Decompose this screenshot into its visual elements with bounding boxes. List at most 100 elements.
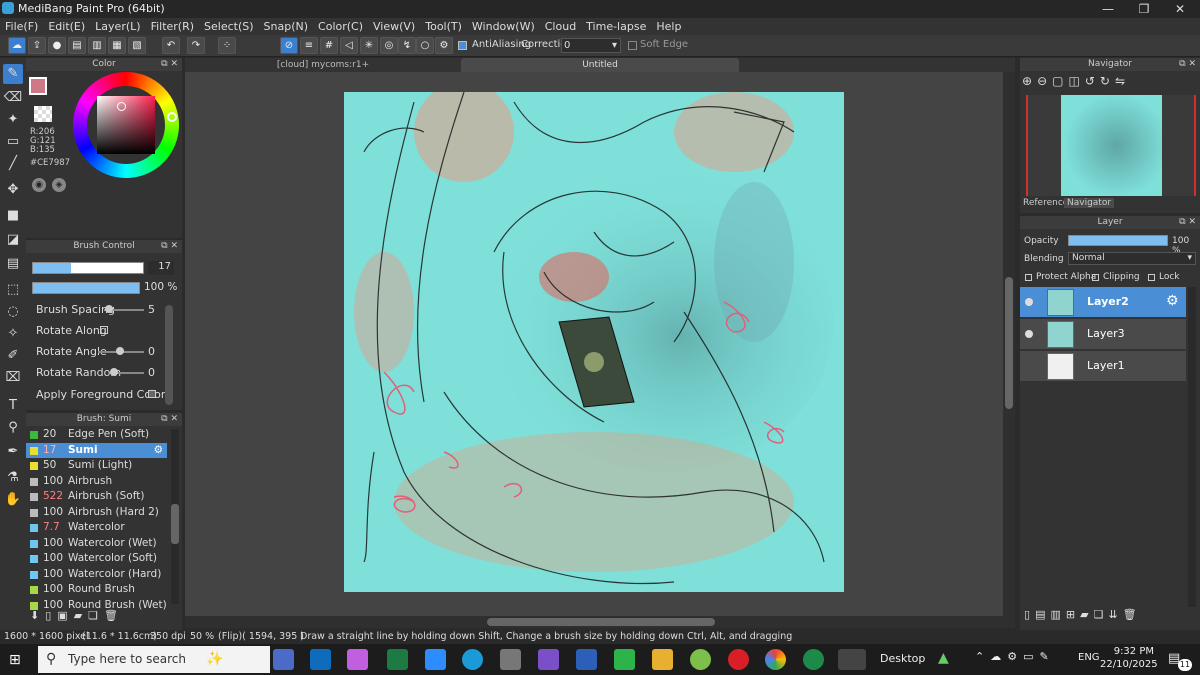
language-indicator[interactable]: ENG [1078,652,1100,663]
gear-icon[interactable]: ⚙ [154,443,163,458]
close-icon[interactable]: ⧉ ✕ [1179,216,1196,229]
folder-icon[interactable]: ▰ [1080,608,1093,621]
brush-list-item[interactable]: 522 Airbrush (Soft) [26,489,167,505]
close-button[interactable]: ✕ [1162,0,1198,18]
brush-opacity-slider[interactable] [32,282,140,294]
snap-off-icon[interactable]: ⊘ [280,37,298,54]
menu-filter[interactable]: Filter(R) [146,18,199,35]
foreground-color-swatch[interactable] [29,77,47,95]
lasso-tool-icon[interactable]: ◌ [3,302,23,322]
hand-tool-icon[interactable]: ✋ [3,490,23,510]
chevron-up-icon[interactable]: ⌃ [975,650,990,663]
brush-list-item[interactable]: 17 Sumi ⚙ [26,442,167,458]
layer-row[interactable]: Layer1 [1020,351,1186,382]
layer-scrollbar[interactable] [1188,287,1196,607]
cloud-icon[interactable]: ☁ [8,37,26,54]
menu-select[interactable]: Select(S) [199,18,259,35]
settings-tray-icon[interactable]: ⚙ [1007,650,1023,663]
fit-icon[interactable]: ▢ [1052,74,1068,88]
outlook-icon[interactable] [310,649,331,670]
close-icon[interactable]: ⧉ ✕ [161,240,178,253]
vertical-scroll-thumb[interactable] [1005,277,1013,409]
copilot-icon[interactable] [347,649,368,670]
actual-size-icon[interactable]: ◫ [1068,74,1084,88]
brush-list-item[interactable]: 7.7 Watercolor [26,520,167,536]
apply-fg-checkbox[interactable] [148,390,156,398]
tab-navigator[interactable]: Navigator [1064,198,1115,208]
zoom-in-icon[interactable]: ⊕ [1022,74,1037,88]
close-icon[interactable]: ⧉ ✕ [161,413,178,426]
menu-snap[interactable]: Snap(N) [259,18,314,35]
snipping-tool-icon[interactable] [500,649,521,670]
rotate-right-icon[interactable]: ↻ [1100,74,1115,88]
correction-select[interactable]: 0 ▾ [561,38,621,53]
zoom-app-icon[interactable] [425,649,446,670]
page-icon[interactable]: ▥ [88,37,106,54]
share-icon[interactable]: ⇪ [28,37,46,54]
select-dots-icon[interactable]: ⁘ [218,37,236,54]
new-layer-icon[interactable]: ▯ [1024,608,1035,621]
layer-opacity-slider[interactable] [1068,235,1168,246]
close-icon[interactable]: ⧉ ✕ [161,58,178,71]
comment-icon[interactable]: ● [48,37,66,54]
brush-tool-icon[interactable]: ✎ [3,64,23,84]
brush-list-item[interactable]: 100 Round Brush [26,582,167,598]
folder-icon[interactable]: ▰ [74,609,88,622]
text-tool-icon[interactable]: T [3,396,23,416]
dot-tool-icon[interactable]: ✦ [3,110,23,130]
menu-edit[interactable]: Edit(E) [43,18,90,35]
visual-studio-icon[interactable] [538,649,559,670]
menu-color[interactable]: Color(C) [313,18,368,35]
duplicate-icon[interactable]: ❏ [1094,608,1109,621]
clock-time[interactable]: 9:32 PM [1112,646,1154,657]
windows-start-icon[interactable]: ⊞ [9,652,25,668]
layer-row[interactable]: Layer3 [1020,319,1186,350]
blending-select[interactable]: Normal ▾ [1068,252,1196,265]
menu-tool[interactable]: Tool(T) [420,18,467,35]
rect-tool-icon[interactable]: ▭ [3,132,23,152]
brush-list-item[interactable]: 100 Watercolor (Soft) [26,551,167,567]
palette-icon[interactable]: ◉ [32,178,46,192]
divide-tool-icon[interactable]: ⚲ [3,418,23,438]
magic-wand-icon[interactable]: ✧ [3,324,23,344]
menu-timelapse[interactable]: Time-lapse [581,18,651,35]
desktop-label[interactable]: Desktop [880,652,925,665]
pen-icon[interactable]: ✎ [1040,650,1055,663]
color-picker-cursor[interactable] [117,102,126,111]
maximize-button[interactable]: ❐ [1126,0,1162,18]
select-tool-icon[interactable]: ⬚ [3,280,23,300]
flip-icon[interactable]: ⇋ [1115,74,1130,88]
horizontal-scroll-thumb[interactable] [487,618,715,626]
snap-parallel-icon[interactable]: ≡ [300,37,318,54]
snap-perspective-icon[interactable]: ◁ [340,37,358,54]
new-8bit-layer-icon[interactable]: ▥ [1050,608,1065,621]
fill-rect-tool-icon[interactable]: ■ [3,206,23,226]
redo-icon[interactable]: ↷ [187,37,205,54]
trash-icon[interactable]: 🗑 [104,609,124,622]
cloud-download-icon[interactable]: ⬇ [30,609,45,622]
menu-help[interactable]: Help [651,18,686,35]
protect-alpha-checkbox[interactable] [1025,274,1032,281]
brush-list-scroll-thumb[interactable] [171,504,179,544]
gradient-tool-icon[interactable]: ▤ [3,254,23,274]
eraser-tool-icon[interactable]: ⌫ [3,88,23,108]
medibang-taskbar-icon[interactable] [838,649,866,670]
excel-icon[interactable] [387,649,408,670]
cloud-tray-icon[interactable]: ☁ [990,650,1007,663]
menu-layer[interactable]: Layer(L) [90,18,145,35]
brush-size-value[interactable]: 17 [148,261,174,275]
taskbar-search[interactable]: ⚲ Type here to search ✨ [38,646,270,673]
bucket-tool-icon[interactable]: ◪ [3,230,23,250]
tab-untitled[interactable]: Untitled [461,58,739,72]
new-halftone-layer-icon[interactable]: ▤ [1035,608,1050,621]
trash-icon[interactable]: 🗑 [1123,608,1142,621]
snap-radial-icon[interactable]: ✳ [360,37,378,54]
zoom-out-icon[interactable]: ⊖ [1037,74,1052,88]
edge-icon[interactable] [462,649,483,670]
brush-control-scrollbar[interactable] [165,305,173,405]
brush-list-item[interactable]: 50 Sumi (Light) [26,458,167,474]
clipping-checkbox[interactable] [1092,274,1099,281]
visibility-icon[interactable] [1025,298,1033,306]
widget-chart-icon[interactable]: ▲ [938,650,949,666]
snap-ellipse-icon[interactable]: ○ [416,37,434,54]
